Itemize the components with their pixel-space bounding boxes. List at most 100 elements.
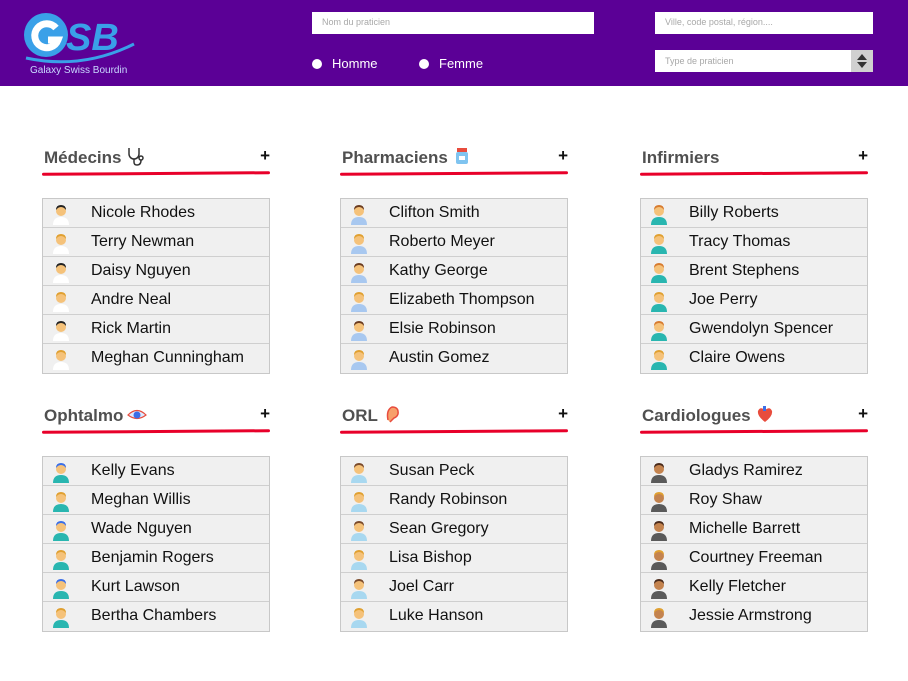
list-item[interactable]: Luke Hanson <box>341 602 567 631</box>
add-button[interactable]: + <box>858 404 868 424</box>
list-item[interactable]: Lisa Bishop <box>341 544 567 573</box>
section-underline <box>41 429 271 434</box>
avatar-icon <box>349 348 369 370</box>
list-item[interactable]: Kelly Evans <box>43 457 269 486</box>
radio-homme-label: Homme <box>332 56 378 71</box>
list-item[interactable]: Austin Gomez <box>341 344 567 373</box>
list-item[interactable]: Kurt Lawson <box>43 573 269 602</box>
practitioner-name: Luke Hanson <box>389 607 484 624</box>
select-arrows-icon[interactable] <box>851 50 873 72</box>
section-title-text: Pharmaciens <box>342 148 448 167</box>
add-button[interactable]: + <box>260 404 270 424</box>
list-item[interactable]: Clifton Smith <box>341 199 567 228</box>
add-button[interactable]: + <box>558 404 568 424</box>
list-item[interactable]: Roy Shaw <box>641 486 867 515</box>
list-item[interactable]: Kelly Fletcher <box>641 573 867 602</box>
list-item[interactable]: Roberto Meyer <box>341 228 567 257</box>
eye-icon <box>127 404 148 424</box>
add-button[interactable]: + <box>558 146 568 166</box>
avatar-icon <box>349 261 369 283</box>
list-item[interactable]: Benjamin Rogers <box>43 544 269 573</box>
practitioner-name: Claire Owens <box>689 349 786 366</box>
list-item[interactable]: Gladys Ramirez <box>641 457 867 486</box>
list-item[interactable]: Elsie Robinson <box>341 315 567 344</box>
practitioner-name: Kurt Lawson <box>91 578 180 595</box>
list-item[interactable]: Sean Gregory <box>341 515 567 544</box>
list-item[interactable]: Joe Perry <box>641 286 867 315</box>
radio-homme[interactable]: Homme <box>312 56 378 71</box>
avatar-icon <box>649 548 669 570</box>
avatar-icon <box>51 519 71 541</box>
radio-femme-dot[interactable] <box>419 58 429 69</box>
avatar-icon <box>649 519 669 541</box>
logo-text: Galaxy Swiss Bourdin <box>30 65 128 76</box>
list-item[interactable]: Jessie Armstrong <box>641 602 867 631</box>
practitioner-name: Lisa Bishop <box>389 549 472 566</box>
section-title-text: Infirmiers <box>642 148 720 167</box>
list-item[interactable]: Rick Martin <box>43 315 269 344</box>
list-item[interactable]: Brent Stephens <box>641 257 867 286</box>
radio-homme-dot[interactable] <box>312 58 322 69</box>
avatar-icon <box>649 232 669 254</box>
radio-femme[interactable]: Femme <box>419 56 483 71</box>
practitioner-name: Daisy Nguyen <box>91 262 191 279</box>
avatar-icon <box>51 203 71 225</box>
list-item[interactable]: Tracy Thomas <box>641 228 867 257</box>
list-item[interactable]: Michelle Barrett <box>641 515 867 544</box>
section-header: Médecins + <box>41 146 271 180</box>
section-underline <box>339 429 569 434</box>
practitioner-name: Bertha Chambers <box>91 607 217 624</box>
section-underline <box>339 171 569 176</box>
list-item[interactable]: Andre Neal <box>43 286 269 315</box>
practitioner-list: Clifton Smith Roberto Meyer Kathy George El… <box>340 198 568 374</box>
list-item[interactable]: Joel Carr <box>341 573 567 602</box>
add-button[interactable]: + <box>260 146 270 166</box>
section-header: ORL + <box>339 404 569 438</box>
location-input[interactable]: Ville, code postal, région.... <box>655 12 873 34</box>
avatar-icon <box>349 548 369 570</box>
section-header: Ophtalmo + <box>41 404 271 438</box>
list-item[interactable]: Wade Nguyen <box>43 515 269 544</box>
practitioner-name: Nicole Rhodes <box>91 204 196 221</box>
list-item[interactable]: Nicole Rhodes <box>43 199 269 228</box>
section-title: Ophtalmo <box>44 404 148 427</box>
list-item[interactable]: Courtney Freeman <box>641 544 867 573</box>
practitioner-name: Courtney Freeman <box>689 549 823 566</box>
list-item[interactable]: Daisy Nguyen <box>43 257 269 286</box>
avatar-icon <box>649 606 669 628</box>
practitioner-name: Billy Roberts <box>689 204 779 221</box>
avatar-icon <box>349 490 369 512</box>
list-item[interactable]: Susan Peck <box>341 457 567 486</box>
practitioner-name: Terry Newman <box>91 233 195 250</box>
list-item[interactable]: Claire Owens <box>641 344 867 373</box>
practitioner-name: Benjamin Rogers <box>91 549 214 566</box>
list-item[interactable]: Kathy George <box>341 257 567 286</box>
list-item[interactable]: Elizabeth Thompson <box>341 286 567 315</box>
practitioner-name: Jessie Armstrong <box>689 607 812 624</box>
section-title: Infirmiers <box>642 148 719 168</box>
practitioner-name: Rick Martin <box>91 320 172 337</box>
avatar-icon <box>349 606 369 628</box>
add-button[interactable]: + <box>858 146 868 166</box>
avatar-icon <box>349 319 369 341</box>
list-item[interactable]: Billy Roberts <box>641 199 867 228</box>
list-item[interactable]: Terry Newman <box>43 228 269 257</box>
section-title: Pharmaciens <box>342 147 472 169</box>
practitioner-name-input[interactable]: Nom du praticien <box>312 12 594 34</box>
list-item[interactable]: Meghan Cunningham <box>43 344 269 373</box>
avatar-icon <box>649 461 669 483</box>
practitioner-type-select[interactable]: Type de praticien <box>655 50 873 72</box>
list-item[interactable]: Gwendolyn Spencer <box>641 315 867 344</box>
ear-icon <box>382 404 402 424</box>
avatar-icon <box>649 577 669 599</box>
list-item[interactable]: Bertha Chambers <box>43 602 269 631</box>
practitioner-type-placeholder: Type de praticien <box>665 56 734 66</box>
practitioner-name: Kathy George <box>389 262 488 279</box>
list-item[interactable]: Meghan Willis <box>43 486 269 515</box>
section-title-text: Médecins <box>44 148 122 167</box>
practitioner-list: Billy Roberts Tracy Thomas Brent Stephens J… <box>640 198 868 374</box>
section-title-text: Cardiologues <box>642 406 751 425</box>
avatar-icon <box>51 548 71 570</box>
list-item[interactable]: Randy Robinson <box>341 486 567 515</box>
section-infirmiers: Infirmiers + Billy Roberts Tracy Thomas Bren… <box>639 146 869 374</box>
